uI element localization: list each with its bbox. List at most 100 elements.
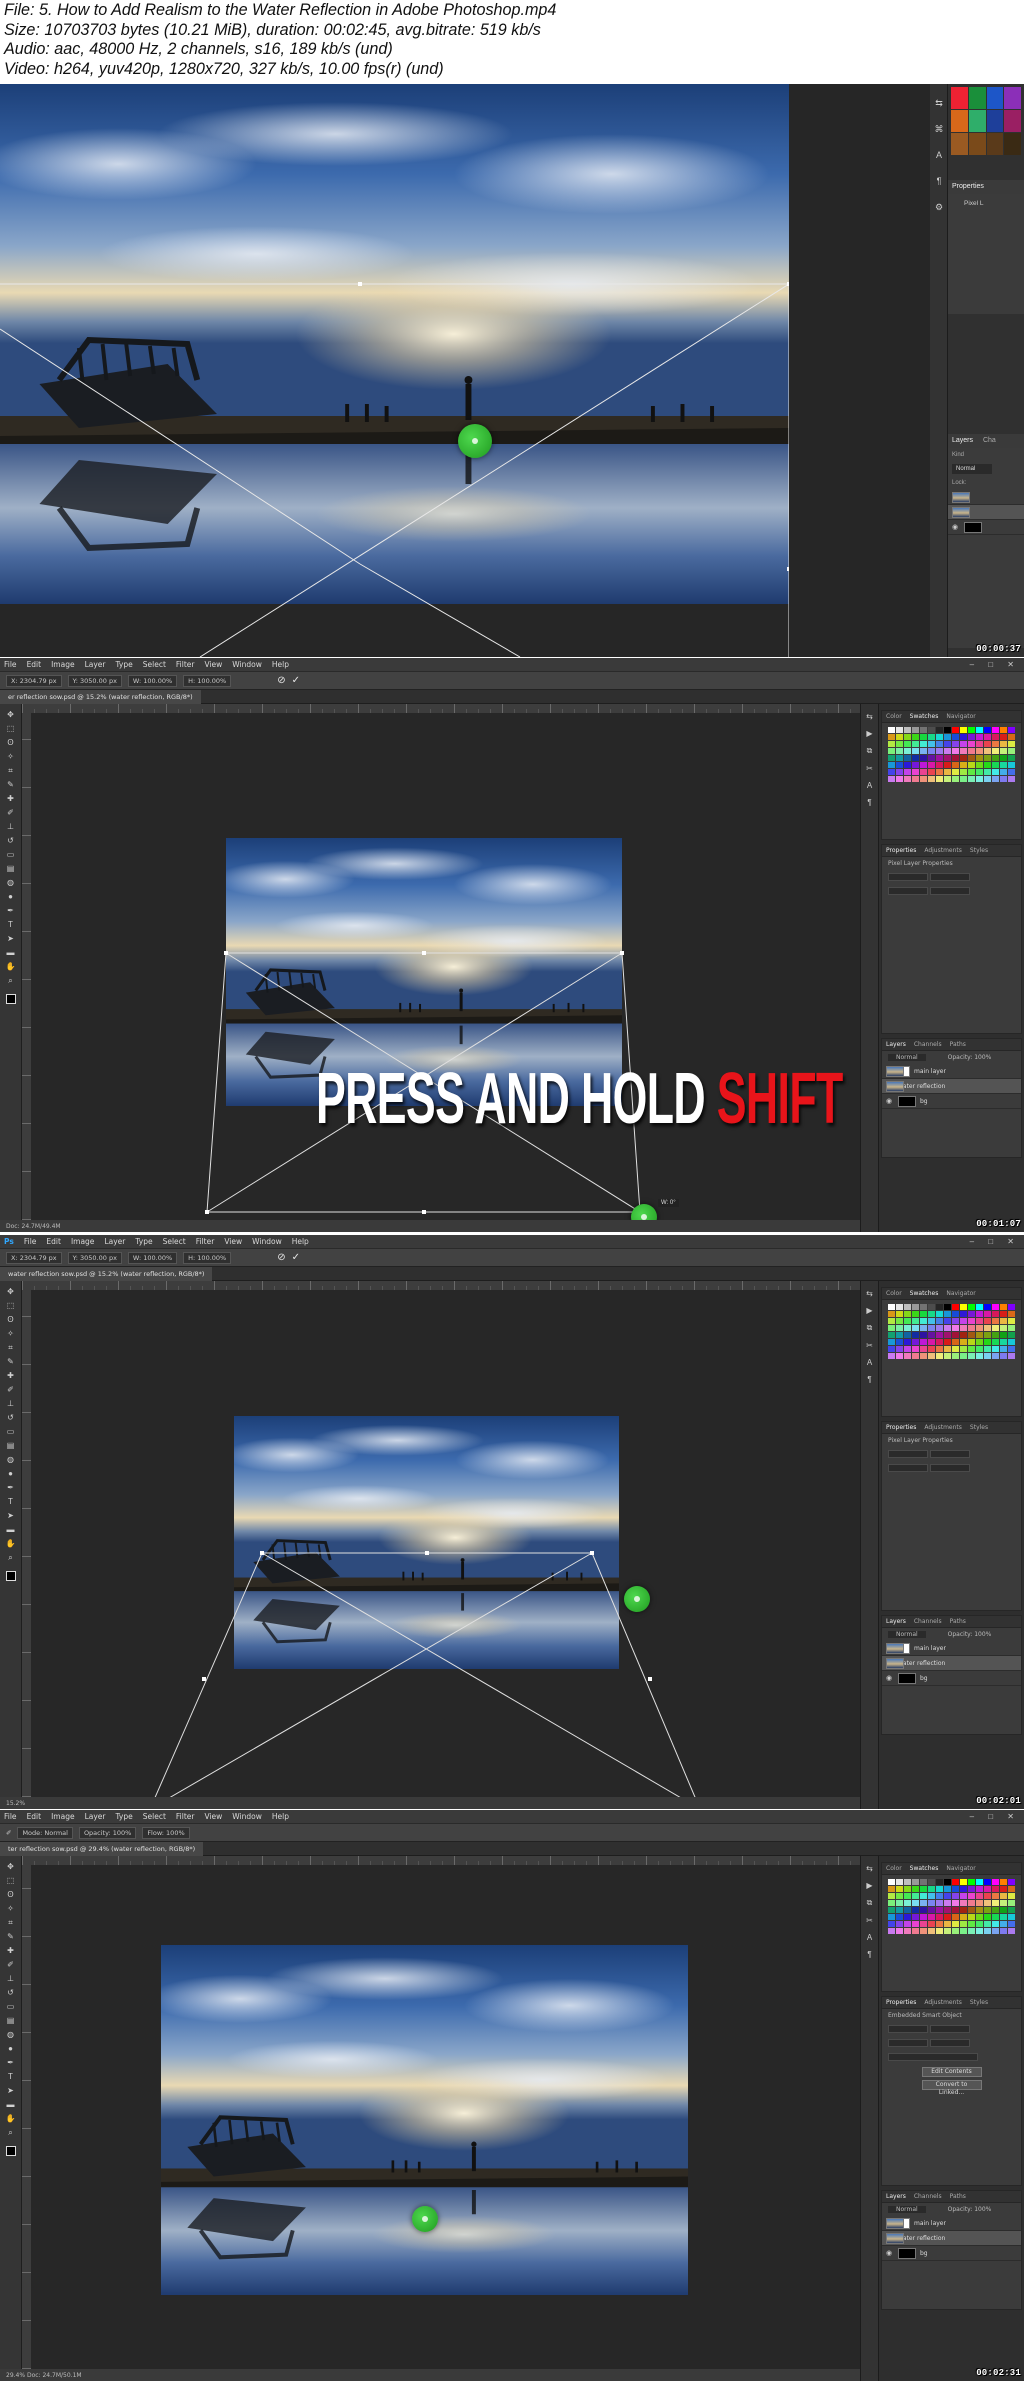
- cancel-transform-icon[interactable]: ⊘: [277, 675, 285, 686]
- history-brush-icon[interactable]: ↺: [5, 836, 17, 846]
- type-tool-icon[interactable]: T: [5, 1497, 17, 1507]
- tab-channels[interactable]: Channels: [914, 1041, 942, 1048]
- shape-tool-icon[interactable]: ▬: [5, 2100, 17, 2110]
- type-tool-icon[interactable]: T: [5, 2072, 17, 2082]
- tab-channels[interactable]: Channels: [914, 1618, 942, 1625]
- menu-help[interactable]: Help: [292, 1237, 309, 1246]
- menu-type[interactable]: Type: [116, 660, 133, 669]
- tab-styles[interactable]: Styles: [970, 847, 988, 854]
- zoom-tool-icon[interactable]: ⌕: [5, 976, 17, 986]
- brush-tool-icon[interactable]: ✐: [5, 1385, 17, 1395]
- stamp-tool-icon[interactable]: ⊥: [5, 1974, 17, 1984]
- crop-tool-icon[interactable]: ⌗: [5, 766, 17, 776]
- menu-edit[interactable]: Edit: [27, 660, 42, 669]
- menu-image[interactable]: Image: [51, 660, 75, 669]
- canvas-photo[interactable]: [0, 84, 789, 604]
- gradient-tool-icon[interactable]: ▤: [5, 2016, 17, 2026]
- eyedropper-tool-icon[interactable]: ✎: [5, 780, 17, 790]
- gradient-tool-icon[interactable]: ▤: [5, 864, 17, 874]
- opacity-field[interactable]: Opacity: 100%: [948, 2206, 992, 2213]
- menu-filter[interactable]: Filter: [176, 660, 195, 669]
- blend-mode[interactable]: Normal: [952, 464, 992, 474]
- hand-tool-icon[interactable]: ✋: [5, 962, 17, 972]
- gradient-tool-icon[interactable]: ▤: [5, 1441, 17, 1451]
- eraser-tool-icon[interactable]: ▭: [5, 2002, 17, 2012]
- eyedropper-tool-icon[interactable]: ✎: [5, 1932, 17, 1942]
- swatch-grid[interactable]: [882, 1875, 1021, 1938]
- opacity-field[interactable]: Opacity: 100%: [948, 1054, 992, 1061]
- h-field[interactable]: H: 100.00%: [183, 1251, 232, 1264]
- healing-tool-icon[interactable]: ✚: [5, 1371, 17, 1381]
- x-field[interactable]: X: 2304.79 px: [6, 1251, 62, 1264]
- menu-type[interactable]: Type: [135, 1237, 152, 1246]
- tab-layers[interactable]: Layers: [886, 1041, 906, 1048]
- dodge-tool-icon[interactable]: ●: [5, 2044, 17, 2054]
- blend-mode[interactable]: Normal: [888, 2206, 926, 2213]
- layer-row[interactable]: ◉water reflection: [882, 1079, 1021, 1094]
- menu-select[interactable]: Select: [143, 660, 166, 669]
- path-select-icon[interactable]: ➤: [5, 1511, 17, 1521]
- crop-tool-icon[interactable]: ⌗: [5, 1918, 17, 1928]
- tab-properties[interactable]: Properties: [886, 1424, 916, 1431]
- move-tool-icon[interactable]: ✥: [5, 1862, 17, 1872]
- tab-adjustments[interactable]: Adjustments: [924, 1424, 962, 1431]
- tab-navigator[interactable]: Navigator: [946, 1865, 975, 1872]
- tab-properties[interactable]: Properties: [886, 847, 916, 854]
- swatch-grid[interactable]: [882, 1300, 1021, 1363]
- path-select-icon[interactable]: ➤: [5, 934, 17, 944]
- opacity-field[interactable]: Opacity: 100%: [948, 1631, 992, 1638]
- edit-contents-button[interactable]: Edit Contents: [921, 2067, 982, 2077]
- layer-row[interactable]: ◉main layer: [882, 1064, 1021, 1079]
- menu-type[interactable]: Type: [116, 1812, 133, 1821]
- tab-navigator[interactable]: Navigator: [946, 1290, 975, 1297]
- stamp-tool-icon[interactable]: ⊥: [5, 1399, 17, 1409]
- commit-transform-icon[interactable]: ✓: [292, 1252, 300, 1263]
- healing-tool-icon[interactable]: ✚: [5, 1946, 17, 1956]
- canvas-photo[interactable]: [234, 1416, 619, 1669]
- blur-tool-icon[interactable]: ◍: [5, 1455, 17, 1465]
- hand-tool-icon[interactable]: ✋: [5, 1539, 17, 1549]
- tab-swatches[interactable]: Swatches: [910, 713, 939, 720]
- opacity-field[interactable]: Opacity: 100%: [78, 1826, 137, 1839]
- menu-edit[interactable]: Edit: [46, 1237, 61, 1246]
- w-field[interactable]: W: 100.00%: [127, 1251, 178, 1264]
- foreground-color[interactable]: [5, 2146, 16, 2156]
- history-brush-icon[interactable]: ↺: [5, 1413, 17, 1423]
- menu-image[interactable]: Image: [71, 1237, 95, 1246]
- tab-color[interactable]: Color: [886, 1290, 902, 1297]
- type-tool-icon[interactable]: T: [5, 920, 17, 930]
- canvas-photo[interactable]: [161, 1945, 688, 2295]
- tab-paths[interactable]: Paths: [950, 1618, 966, 1625]
- shape-tool-icon[interactable]: ▬: [5, 948, 17, 958]
- menu-view[interactable]: View: [204, 660, 222, 669]
- move-tool-icon[interactable]: ✥: [5, 1287, 17, 1297]
- menu-layer[interactable]: Layer: [85, 1812, 106, 1821]
- menu-select[interactable]: Select: [143, 1812, 166, 1821]
- menu-select[interactable]: Select: [163, 1237, 186, 1246]
- blend-mode[interactable]: Normal: [888, 1054, 926, 1061]
- blur-tool-icon[interactable]: ◍: [5, 878, 17, 888]
- blur-tool-icon[interactable]: ◍: [5, 2030, 17, 2040]
- menu-help[interactable]: Help: [272, 660, 289, 669]
- layers-tab[interactable]: Layers: [952, 437, 973, 444]
- menu-file[interactable]: File: [4, 660, 17, 669]
- tab-color[interactable]: Color: [886, 1865, 902, 1872]
- layer-row[interactable]: ◉main layer: [882, 2216, 1021, 2231]
- eyedropper-tool-icon[interactable]: ✎: [5, 1357, 17, 1367]
- marquee-tool-icon[interactable]: ⬚: [5, 1301, 17, 1311]
- h-field[interactable]: H: 100.00%: [183, 674, 232, 687]
- lasso-tool-icon[interactable]: ʘ: [5, 1315, 17, 1325]
- shape-tool-icon[interactable]: ▬: [5, 1525, 17, 1535]
- tab-properties[interactable]: Properties: [886, 1999, 916, 2006]
- commit-transform-icon[interactable]: ✓: [292, 675, 300, 686]
- blend-mode[interactable]: Normal: [888, 1631, 926, 1638]
- wand-tool-icon[interactable]: ✧: [5, 1904, 17, 1914]
- tab-swatches[interactable]: Swatches: [910, 1865, 939, 1872]
- brush-tool-icon[interactable]: ✐: [5, 1960, 17, 1970]
- hand-tool-icon[interactable]: ✋: [5, 2114, 17, 2124]
- window-controls[interactable]: – □ ✕: [970, 1812, 1020, 1821]
- marquee-tool-icon[interactable]: ⬚: [5, 724, 17, 734]
- layer-row[interactable]: ◉ bg: [882, 1094, 1021, 1109]
- mode-select[interactable]: Mode: Normal: [17, 1826, 73, 1839]
- lasso-tool-icon[interactable]: ʘ: [5, 738, 17, 748]
